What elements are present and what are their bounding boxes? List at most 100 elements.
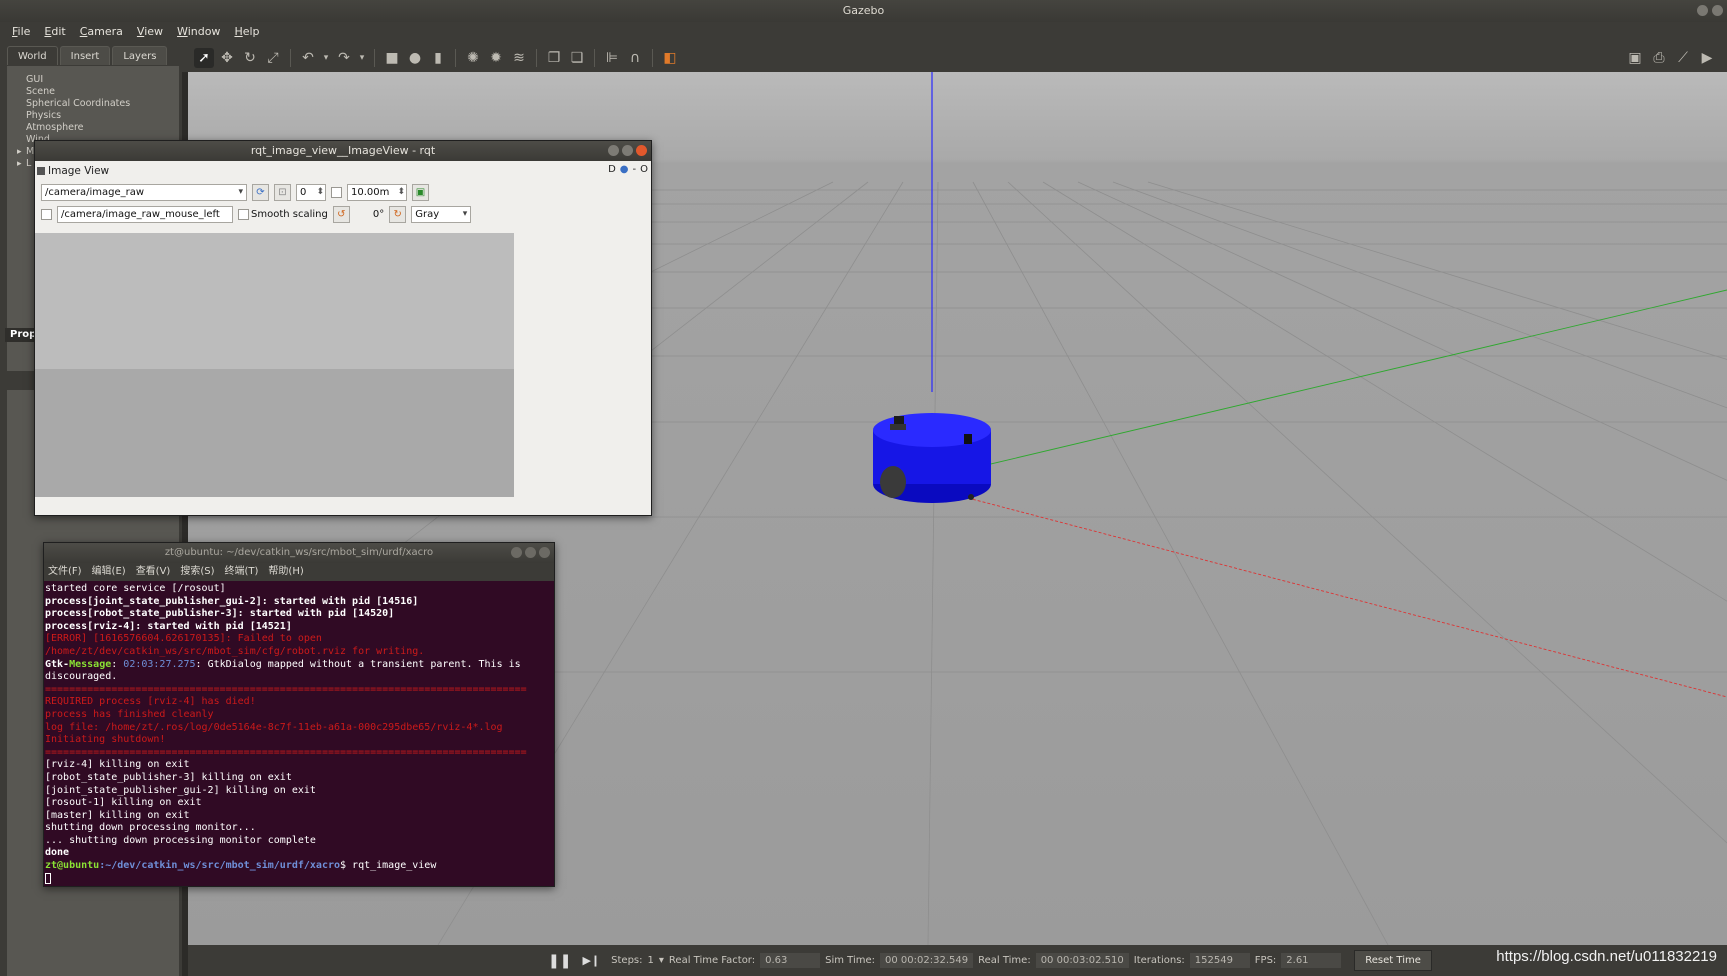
cylinder-shape-icon[interactable]: ▮: [428, 48, 448, 68]
topic-row: /camera/image_raw ⟳ ⊡ 0 10.00m ▣: [35, 181, 651, 203]
window-title-bar: Gazebo: [0, 0, 1727, 22]
sphere-shape-icon[interactable]: ●: [405, 48, 425, 68]
translate-mode-icon[interactable]: ✥: [217, 48, 237, 68]
terminal-menu-file[interactable]: 文件(F): [48, 563, 82, 581]
redo-icon[interactable]: ↷: [334, 48, 354, 68]
toolbar-separator: [536, 49, 537, 67]
prompt-path: :~/dev/catkin_ws/src/mbot_sim/urdf/xacro: [99, 860, 341, 872]
rqt-window-controls: [608, 145, 647, 156]
rqt-window-title: rqt_image_view__ImageView - rqt: [250, 144, 436, 157]
terminal-menu-terminal[interactable]: 终端(T): [225, 563, 259, 581]
menu-view[interactable]: View: [131, 22, 169, 42]
zoom-icon[interactable]: ⊡: [274, 183, 291, 201]
terminal-line: [rviz-4] killing on exit: [45, 759, 190, 771]
undo-icon[interactable]: ↶: [298, 48, 318, 68]
publish-click-checkbox[interactable]: [41, 208, 52, 220]
tab-world[interactable]: World: [7, 46, 58, 65]
dock-close-button[interactable]: O: [640, 164, 648, 175]
topic-select[interactable]: /camera/image_raw: [41, 183, 247, 201]
refresh-topics-icon[interactable]: ⟳: [252, 183, 269, 201]
help-icon[interactable]: ●: [620, 164, 629, 175]
camera-image-sky: [35, 233, 514, 369]
view-angle-icon[interactable]: ◧: [660, 48, 680, 68]
paste-icon[interactable]: ❏: [567, 48, 587, 68]
mouse-topic-input[interactable]: /camera/image_raw_mouse_left: [57, 205, 233, 223]
gtk-prefix: Gtk-: [45, 658, 70, 670]
copy-icon[interactable]: ❐: [544, 48, 564, 68]
terminal-line: [robot_state_publisher-3] killing on exi…: [45, 771, 292, 783]
reset-time-button[interactable]: Reset Time: [1354, 950, 1432, 971]
rotate-mode-icon[interactable]: ↻: [240, 48, 260, 68]
terminal-output[interactable]: started core service [/rosout] process[jo…: [44, 581, 554, 888]
rotate-right-icon[interactable]: ↻: [389, 205, 407, 223]
max-depth-spinner[interactable]: 10.00m: [347, 183, 407, 201]
num-gridlines-spinner[interactable]: 0: [296, 183, 326, 201]
terminal-menu-help[interactable]: 帮助(H): [268, 563, 303, 581]
box-shape-icon[interactable]: ■: [382, 48, 402, 68]
steps-dropdown-icon[interactable]: ▾: [659, 955, 664, 966]
menu-window[interactable]: Window: [171, 22, 226, 42]
undo-dropdown-icon[interactable]: ▾: [321, 48, 331, 68]
terminal-line: process has finished cleanly: [45, 708, 214, 720]
tree-item-physics[interactable]: Physics: [7, 110, 179, 122]
terminal-menu-view[interactable]: 查看(V): [136, 563, 171, 581]
color-scheme-select[interactable]: Gray: [411, 205, 472, 223]
terminal-menu-edit[interactable]: 编辑(E): [92, 563, 126, 581]
terminal-line: started core service [/rosout]: [45, 583, 226, 594]
align-icon[interactable]: ⊫: [602, 48, 622, 68]
select-mode-icon[interactable]: ➚: [194, 48, 214, 68]
screenshot-icon[interactable]: ▣: [1625, 48, 1645, 68]
gtk-message: Message: [69, 658, 112, 670]
step-icon[interactable]: ▶❙: [582, 954, 600, 967]
terminal-menu-search[interactable]: 搜索(S): [180, 563, 214, 581]
point-light-icon[interactable]: ✺: [463, 48, 483, 68]
minimize-button[interactable]: [1697, 5, 1708, 16]
log-icon[interactable]: ⎙: [1649, 48, 1669, 68]
scale-mode-icon[interactable]: ⤢: [263, 48, 283, 68]
camera-image-display[interactable]: [35, 233, 514, 497]
rqt-title-bar[interactable]: rqt_image_view__ImageView - rqt: [35, 141, 651, 161]
save-image-icon[interactable]: ▣: [412, 183, 429, 201]
terminal-line: [ERROR] [1616576604.626170135]: Failed t…: [45, 633, 425, 657]
dock-d-button[interactable]: D: [608, 164, 616, 175]
video-record-icon[interactable]: ▶: [1697, 48, 1717, 68]
spot-light-icon[interactable]: ✹: [486, 48, 506, 68]
pause-icon[interactable]: ❚❚: [548, 953, 571, 969]
rqt-minimize-button[interactable]: [608, 145, 619, 156]
tab-layers[interactable]: Layers: [112, 46, 168, 65]
terminal-line: REQUIRED process [rviz-4] has died!: [45, 696, 256, 708]
rtf-value: 0.63: [760, 953, 821, 968]
menu-camera[interactable]: Camera: [74, 22, 129, 42]
smooth-scaling-checkbox[interactable]: [238, 208, 249, 220]
menu-file[interactable]: File: [6, 22, 36, 42]
terminal-maximize-button[interactable]: [525, 547, 536, 558]
dynamic-range-checkbox[interactable]: [331, 186, 342, 198]
menu-help[interactable]: Help: [228, 22, 265, 42]
close-button[interactable]: [1712, 5, 1723, 16]
terminal-minimize-button[interactable]: [511, 547, 522, 558]
tree-item-scene[interactable]: Scene: [7, 86, 179, 98]
rotate-left-icon[interactable]: ↺: [332, 205, 350, 223]
toolbar-right: ▣ ⎙ ⟋ ▶: [1625, 44, 1717, 72]
tree-item-spherical[interactable]: Spherical Coordinates: [7, 98, 179, 110]
magnet-icon[interactable]: ∩: [625, 48, 645, 68]
directional-light-icon[interactable]: ≋: [509, 48, 529, 68]
steps-value[interactable]: 1: [648, 955, 654, 966]
terminal-title-bar[interactable]: zt@ubuntu: ~/dev/catkin_ws/src/mbot_sim/…: [44, 543, 554, 563]
rqt-close-button[interactable]: [636, 145, 647, 156]
dock-grip-icon[interactable]: [37, 167, 45, 175]
plot-icon[interactable]: ⟋: [1673, 48, 1693, 68]
tree-item-gui[interactable]: GUI: [7, 74, 179, 86]
rqt-maximize-button[interactable]: [622, 145, 633, 156]
menu-edit[interactable]: Edit: [38, 22, 71, 42]
steps-label: Steps:: [611, 955, 643, 966]
terminal-line: [rosout-1] killing on exit: [45, 797, 202, 809]
redo-dropdown-icon[interactable]: ▾: [357, 48, 367, 68]
dock-minimize-button[interactable]: -: [633, 164, 637, 175]
terminal-close-button[interactable]: [539, 547, 550, 558]
tree-item-atmosphere[interactable]: Atmosphere: [7, 122, 179, 134]
sim-time-value: 00 00:02:32.549: [880, 953, 974, 968]
tab-insert[interactable]: Insert: [59, 46, 111, 65]
window-controls: [1697, 5, 1723, 16]
terminal-line: process[rviz-4]: started with pid [14521…: [45, 620, 292, 632]
